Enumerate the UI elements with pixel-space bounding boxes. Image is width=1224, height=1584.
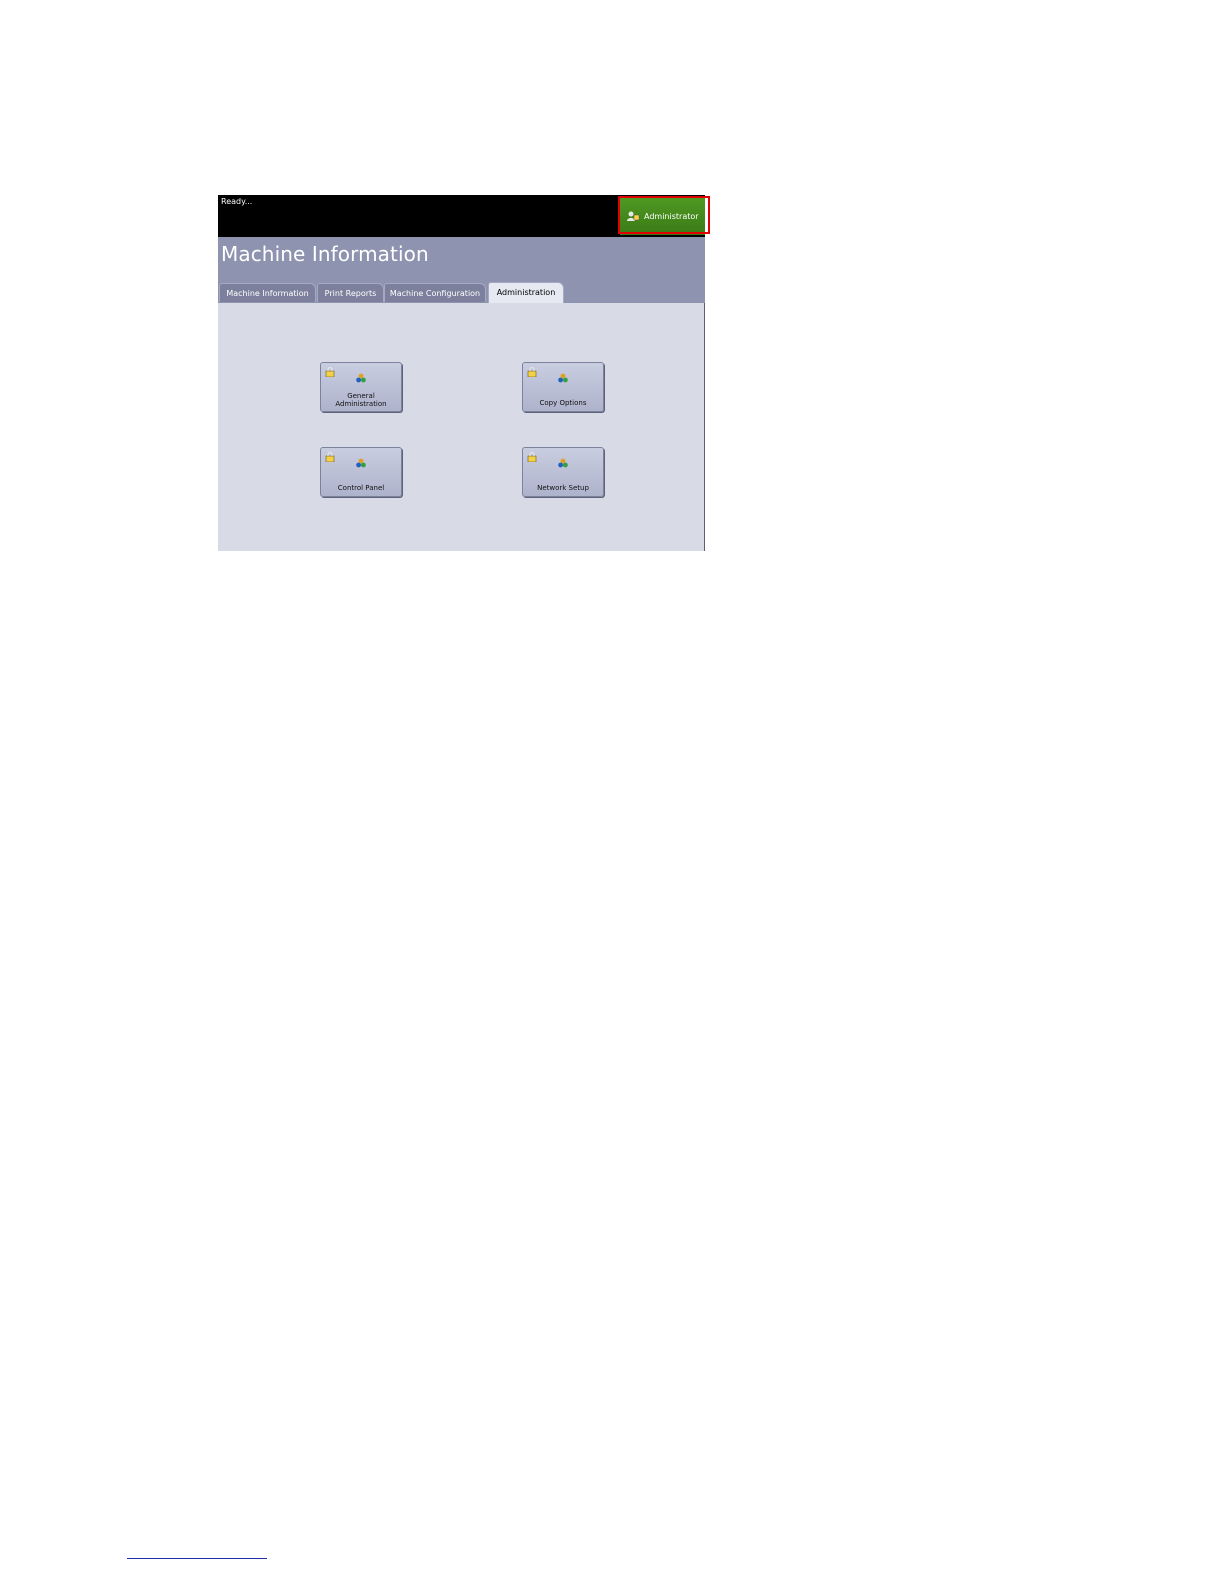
content-area: General Administration Copy Options Cont…: [218, 303, 705, 551]
general-administration-button[interactable]: General Administration: [320, 362, 402, 412]
tab-label: Machine Configuration: [389, 289, 481, 298]
tab-administration[interactable]: Administration: [488, 282, 564, 303]
header-area: Machine Information Machine Information …: [218, 237, 705, 303]
control-panel-button[interactable]: Control Panel: [320, 447, 402, 497]
settings-icon: [558, 458, 568, 468]
copy-options-button[interactable]: Copy Options: [522, 362, 604, 412]
settings-icon: [558, 373, 568, 383]
settings-icon: [356, 458, 366, 468]
lock-icon: [527, 367, 537, 377]
footer-rule: [127, 1558, 267, 1559]
feature-label: Control Panel: [337, 484, 385, 492]
tab-label: Administration: [496, 288, 556, 297]
device-screen: Ready... Administrator Machine Informati…: [218, 195, 705, 551]
highlight-callout: [618, 196, 710, 234]
tab-machine-configuration[interactable]: Machine Configuration: [384, 283, 486, 302]
lock-icon: [325, 367, 335, 377]
feature-label: General Administration: [335, 392, 387, 408]
status-text: Ready...: [221, 197, 253, 206]
tab-machine-information[interactable]: Machine Information: [219, 283, 316, 302]
page-title: Machine Information: [221, 242, 429, 266]
lock-icon: [527, 452, 537, 462]
network-setup-button[interactable]: Network Setup: [522, 447, 604, 497]
feature-label: Copy Options: [539, 399, 587, 407]
tab-label: Print Reports: [324, 289, 377, 298]
tab-print-reports[interactable]: Print Reports: [317, 283, 384, 302]
tab-label: Machine Information: [226, 289, 309, 298]
lock-icon: [325, 452, 335, 462]
settings-icon: [356, 373, 366, 383]
feature-label: Network Setup: [537, 484, 589, 492]
